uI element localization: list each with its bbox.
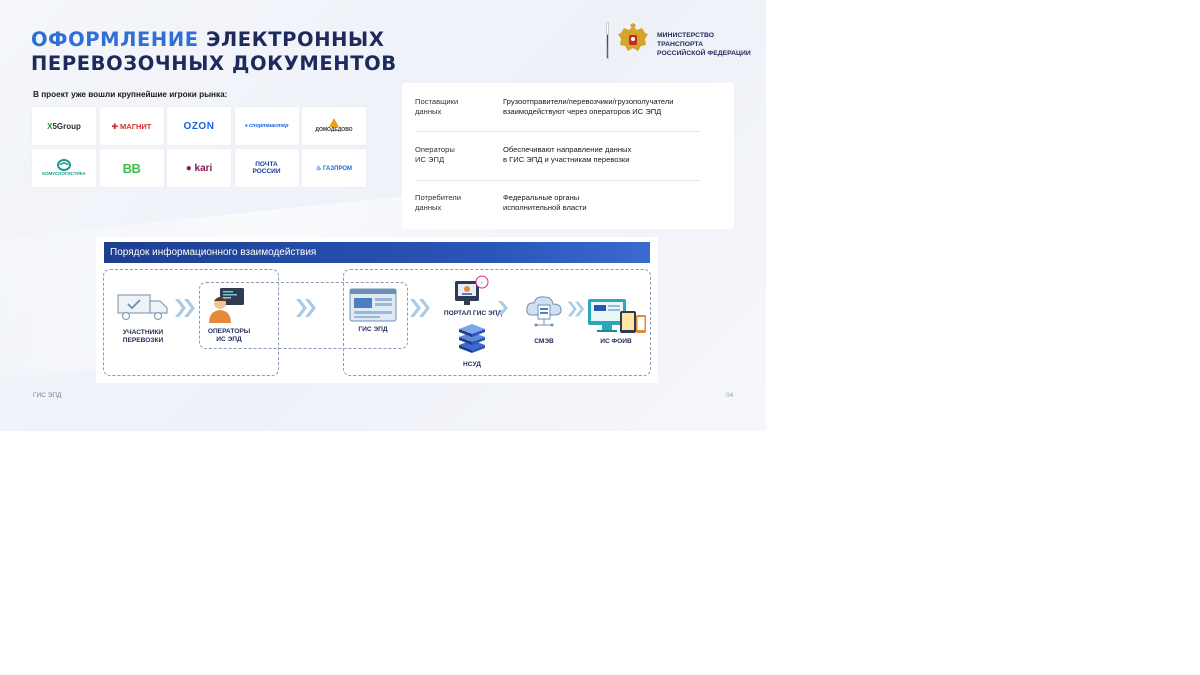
label-foiv: ИС ФОИВ (600, 338, 632, 345)
chevron-icon (498, 301, 508, 315)
truck-icon (117, 294, 168, 321)
title-line2: ПЕРЕВОЗОЧНЫХ ДОКУМЕНТОВ (31, 52, 397, 75)
gis-window-icon (349, 288, 397, 322)
logo-ozon: OZON (167, 107, 231, 145)
logo-pochta: ПОЧТА РОССИИ (234, 149, 299, 187)
title-line1: ЭЛЕКТРОННЫХ (206, 28, 385, 51)
operator-icon (209, 288, 244, 323)
database-stack-icon (459, 324, 485, 353)
logo-magnit: ✚ МАГНИТ (99, 107, 164, 145)
label-participants: УЧАСТНИКИ ПЕРЕВОЗКИ (122, 329, 164, 344)
svg-text:✓: ✓ (480, 280, 483, 285)
ministry-name: МИНИСТЕРСТВО ТРАНСПОРТА РОССИЙСКОЙ ФЕДЕР… (657, 32, 751, 57)
partner-logos: X5Group ✚ МАГНИТ OZON ⭑ спортмастер ДОМО… (32, 107, 366, 187)
info-row-operators: Операторы ИС ЭПД Обеспечивают направление… (415, 145, 632, 164)
info-row-consumers: Потребители данных Федеральные органы испо… (415, 193, 587, 212)
label-smev: СМЭВ (534, 338, 554, 345)
logo-kari: ● kari (167, 149, 231, 187)
divider (415, 131, 700, 132)
monitor-devices-icon (588, 299, 646, 333)
triangle-icon (328, 118, 339, 127)
komus-icon (57, 159, 71, 171)
chevron-double-icon (567, 301, 585, 317)
coat-of-arms-icon (618, 23, 648, 51)
players-caption: В проект уже вошли крупнейшие игроки рын… (33, 90, 228, 99)
page-number: 04 (726, 392, 734, 399)
slide: ОФОРМЛЕНИЕ ЭЛЕКТРОННЫХ ПЕРЕВОЗОЧНЫХ ДОКУ… (0, 0, 766, 431)
logo-vb: BB (99, 149, 164, 187)
divider (415, 180, 700, 181)
diagram-header: Порядок информационного взаимодействия (104, 242, 650, 263)
info-card: Поставщики данных Грузоотправители/перево… (402, 83, 734, 229)
chevron-double-icon (296, 299, 316, 317)
chevron-double-icon (175, 299, 195, 317)
page-title: ОФОРМЛЕНИЕ ЭЛЕКТРОННЫХ ПЕРЕВОЗОЧНЫХ ДОКУ… (31, 28, 397, 76)
cloud-server-icon (526, 296, 562, 327)
footer-label: ГИС ЭПД (33, 392, 62, 399)
ministry-logo: МИНИСТЕРСТВО ТРАНСПОРТА РОССИЙСКОЙ ФЕДЕР… (606, 22, 757, 59)
portal-icon: ✓ (455, 275, 489, 305)
label-gis: ГИС ЭПД (358, 326, 388, 333)
logo-gazprom: ♨ ГАЗПРОМ (302, 149, 366, 187)
flag-stripe (606, 22, 609, 59)
logo-komus: КОМУСЛОГИСТИКА (32, 149, 96, 187)
logo-domodedovo: ДОМОДЕДОВО (302, 107, 366, 145)
logo-sportmaster: ⭑ спортмастер (234, 107, 299, 145)
logo-x5-group: X5Group (32, 107, 96, 145)
chevron-double-icon (410, 299, 430, 317)
label-nsud: НСУД (463, 361, 481, 368)
info-row-suppliers: Поставщики данных Грузоотправители/перево… (415, 97, 674, 116)
interaction-diagram: Порядок информационного взаимодействия У… (96, 237, 658, 383)
label-operators: ОПЕРАТОРЫ ИС ЭПД (207, 328, 251, 343)
title-accent: ОФОРМЛЕНИЕ (31, 28, 199, 51)
